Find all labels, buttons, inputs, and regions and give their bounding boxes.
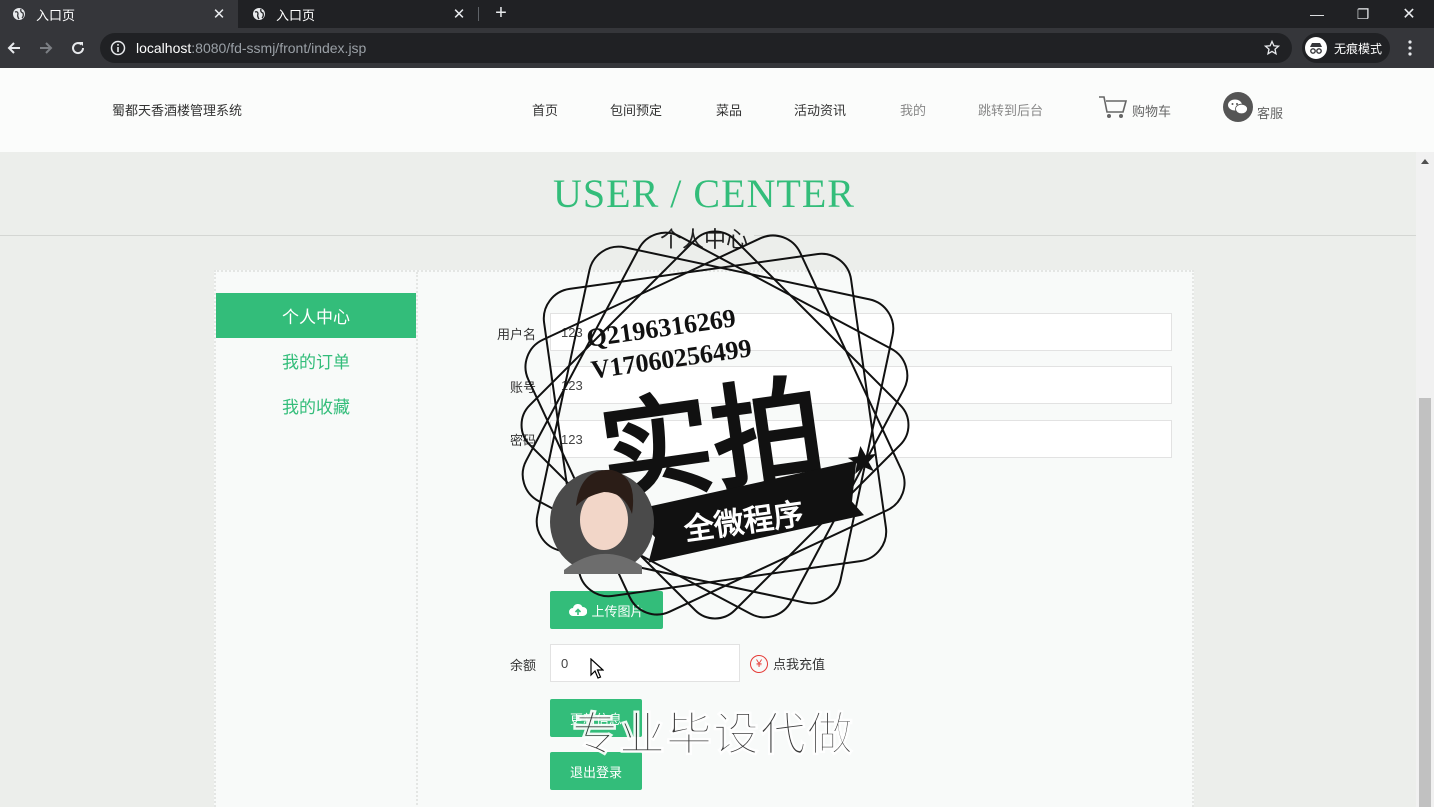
nav-home[interactable]: 首页	[532, 100, 558, 119]
nav-room-booking[interactable]: 包间预定	[610, 100, 662, 119]
balance-field[interactable]: 0	[550, 644, 740, 682]
site-brand[interactable]: 蜀都天香酒楼管理系统	[112, 100, 242, 119]
nav-admin[interactable]: 跳转到后台	[978, 100, 1043, 119]
watermark-promo: 专业毕设代做	[572, 708, 854, 761]
recharge-link[interactable]: ¥ 点我充值	[750, 654, 825, 673]
browser-menu-icon[interactable]	[1400, 36, 1420, 60]
globe-icon	[12, 7, 26, 21]
browser-toolbar: localhost:8080/fd-ssmj/front/index.jsp 无…	[0, 28, 1434, 68]
incognito-badge[interactable]: 无痕模式	[1302, 33, 1390, 63]
cart-label: 购物车	[1132, 104, 1172, 119]
tab-divider	[478, 7, 479, 21]
reload-icon[interactable]	[66, 36, 90, 60]
wechat-icon	[1223, 92, 1253, 122]
balance-label: 余额	[509, 658, 536, 673]
site-header: 蜀都天香酒楼管理系统 首页 包间预定 菜品 活动资讯 我的 跳转到后台 购物车 …	[0, 68, 1434, 152]
browser-tab[interactable]: 入口页 ✕	[240, 0, 478, 28]
sidebar-item-favorites[interactable]: 我的收藏	[216, 383, 416, 428]
sidebar-item-profile[interactable]: 个人中心	[216, 293, 416, 338]
tab-title: 入口页	[36, 7, 76, 23]
address-bar[interactable]: localhost:8080/fd-ssmj/front/index.jsp	[100, 33, 1292, 63]
avatar	[550, 469, 654, 574]
nav-news[interactable]: 活动资讯	[794, 100, 846, 119]
page-title: USER / CENTER	[553, 171, 855, 216]
close-window-icon[interactable]: ✕	[1386, 0, 1432, 28]
tab-title: 入口页	[276, 7, 316, 23]
scroll-up-arrow-icon[interactable]	[1418, 154, 1432, 168]
nav-mine[interactable]: 我的	[900, 100, 926, 119]
user-sidebar: 个人中心 我的订单 我的收藏	[216, 272, 418, 807]
scrollbar-thumb[interactable]	[1419, 398, 1431, 807]
incognito-icon	[1305, 37, 1327, 59]
incognito-label: 无痕模式	[1334, 41, 1383, 56]
yen-icon: ¥	[750, 654, 768, 673]
nav-customer-service[interactable]: 客服	[1223, 92, 1283, 122]
restore-icon[interactable]: ❐	[1340, 0, 1386, 28]
close-tab-icon[interactable]: ✕	[452, 5, 466, 23]
recharge-label: 点我充值	[773, 657, 826, 672]
service-label: 客服	[1257, 106, 1284, 121]
forward-icon[interactable]	[34, 36, 58, 60]
sidebar-item-orders[interactable]: 我的订单	[216, 338, 416, 383]
mouse-cursor-icon	[590, 658, 604, 679]
globe-icon	[252, 7, 266, 21]
info-icon[interactable]	[110, 40, 126, 56]
bookmark-star-icon[interactable]	[1264, 40, 1280, 56]
browser-tab-bar: 入口页 ✕ 入口页 ✕ + — ❐ ✕	[0, 0, 1434, 28]
back-icon[interactable]	[2, 36, 26, 60]
nav-cart[interactable]: 购物车	[1098, 94, 1171, 120]
nav-dishes[interactable]: 菜品	[716, 100, 742, 119]
url-text: localhost:8080/fd-ssmj/front/index.jsp	[136, 40, 367, 56]
cart-icon	[1099, 96, 1128, 118]
watermark-stamp: Q2196316269 V17060256499 实拍 全微程序	[520, 230, 910, 620]
minimize-icon[interactable]: —	[1294, 0, 1340, 28]
browser-tab-active[interactable]: 入口页 ✕	[0, 0, 238, 28]
new-tab-button[interactable]: +	[490, 3, 512, 23]
close-tab-icon[interactable]: ✕	[212, 5, 226, 23]
